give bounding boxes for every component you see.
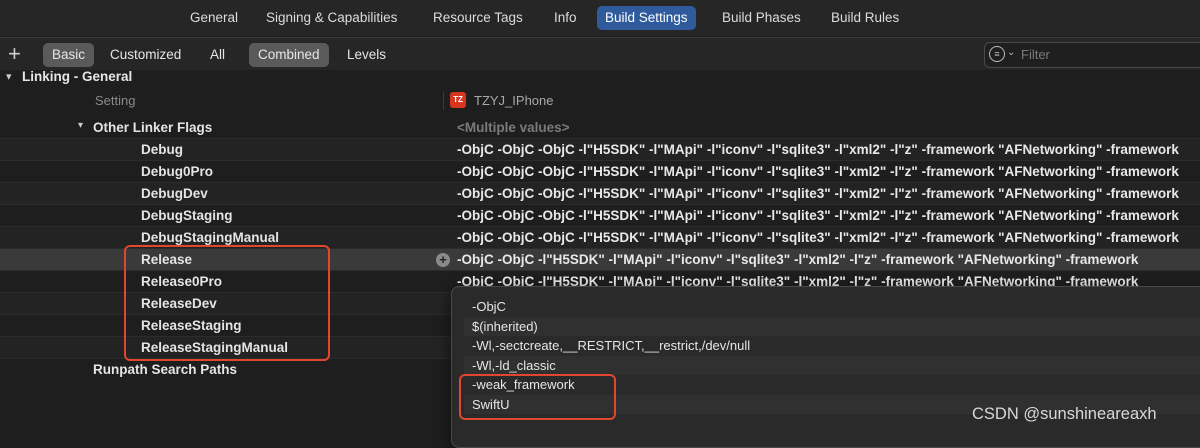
weak-framework-highlight [459, 374, 616, 420]
value-list-item[interactable]: -ObjC [472, 297, 506, 316]
disclosure-triangle-icon[interactable]: ▾ [6, 70, 12, 83]
setting-value[interactable]: <Multiple values> [457, 120, 1200, 135]
config-value[interactable]: -ObjC -ObjC -ObjC -l"H5SDK" -l"MApi" -l"… [457, 142, 1200, 157]
add-value-icon[interactable]: + [436, 253, 450, 267]
tab-signing-capabilities[interactable]: Signing & Capabilities [258, 6, 405, 30]
setting-name: Runpath Search Paths [93, 362, 238, 377]
filter-field[interactable]: ≡ ⌄ Filter [984, 42, 1200, 68]
scope-customized-button[interactable]: Customized [101, 43, 190, 67]
scope-basic-button[interactable]: Basic [43, 43, 95, 67]
app-icon: TZ [450, 92, 466, 108]
editor-tab-bar: General Signing & Capabilities Resource … [0, 0, 1200, 36]
tab-resource-tags[interactable]: Resource Tags [425, 6, 531, 30]
config-name: Debug0Pro [141, 164, 214, 179]
config-value[interactable]: -ObjC -ObjC -ObjC -l"H5SDK" -l"MApi" -l"… [457, 230, 1200, 245]
view-combined-button[interactable]: Combined [249, 43, 329, 67]
release-configs-highlight [124, 245, 330, 361]
watermark: CSDN @sunshineareaxh [972, 405, 1157, 423]
column-divider [443, 92, 444, 110]
config-name: Debug [141, 142, 183, 157]
value-list-item[interactable]: $(inherited) [464, 317, 1200, 336]
config-name: DebugStagingManual [141, 230, 279, 245]
chevron-down-icon[interactable]: ⌄ [1007, 47, 1015, 58]
build-settings-toolbar: + Basic Customized All Combined Levels ≡… [0, 37, 1200, 72]
target-name: TZYJ_IPhone [474, 93, 554, 108]
section-title: Linking - General [22, 69, 133, 84]
config-row-debug[interactable]: Debug -ObjC -ObjC -ObjC -l"H5SDK" -l"MAp… [0, 139, 1200, 161]
config-value[interactable]: -ObjC -ObjC -ObjC -l"H5SDK" -l"MApi" -l"… [457, 186, 1200, 201]
value-list-item[interactable]: -Wl,-sectcreate,__RESTRICT,__restrict,/d… [472, 336, 750, 355]
value-list-item[interactable]: -Wl,-ld_classic [464, 356, 1200, 375]
filter-placeholder[interactable]: Filter [1021, 47, 1050, 62]
setting-column-label: Setting [95, 93, 136, 108]
tab-general[interactable]: General [182, 6, 246, 30]
scope-all-button[interactable]: All [201, 43, 234, 67]
setting-name: Other Linker Flags [93, 120, 213, 135]
config-value[interactable]: -ObjC -ObjC -l"H5SDK" -l"MApi" -l"iconv"… [457, 252, 1200, 267]
tab-build-rules[interactable]: Build Rules [823, 6, 907, 30]
filter-icon[interactable]: ≡ [989, 46, 1005, 62]
tab-build-phases[interactable]: Build Phases [714, 6, 809, 30]
tab-build-settings[interactable]: Build Settings [597, 6, 696, 30]
config-name: DebugDev [141, 186, 208, 201]
setting-row-other-linker-flags[interactable]: ▾ Other Linker Flags <Multiple values> [0, 117, 1200, 139]
column-header: Setting TZ TZYJ_IPhone [0, 90, 1200, 112]
disclosure-triangle-icon[interactable]: ▾ [78, 120, 83, 131]
config-row-debug0pro[interactable]: Debug0Pro -ObjC -ObjC -ObjC -l"H5SDK" -l… [0, 161, 1200, 183]
section-linking-general[interactable]: ▾ Linking - General [0, 69, 1200, 86]
view-levels-button[interactable]: Levels [338, 43, 395, 67]
config-value[interactable]: -ObjC -ObjC -ObjC -l"H5SDK" -l"MApi" -l"… [457, 208, 1200, 223]
config-row-debugdev[interactable]: DebugDev -ObjC -ObjC -ObjC -l"H5SDK" -l"… [0, 183, 1200, 205]
config-value[interactable]: -ObjC -ObjC -ObjC -l"H5SDK" -l"MApi" -l"… [457, 164, 1200, 179]
add-setting-button[interactable]: + [8, 42, 21, 66]
config-row-debugstaging[interactable]: DebugStaging -ObjC -ObjC -ObjC -l"H5SDK"… [0, 205, 1200, 227]
config-name: DebugStaging [141, 208, 233, 223]
tab-info[interactable]: Info [546, 6, 585, 30]
